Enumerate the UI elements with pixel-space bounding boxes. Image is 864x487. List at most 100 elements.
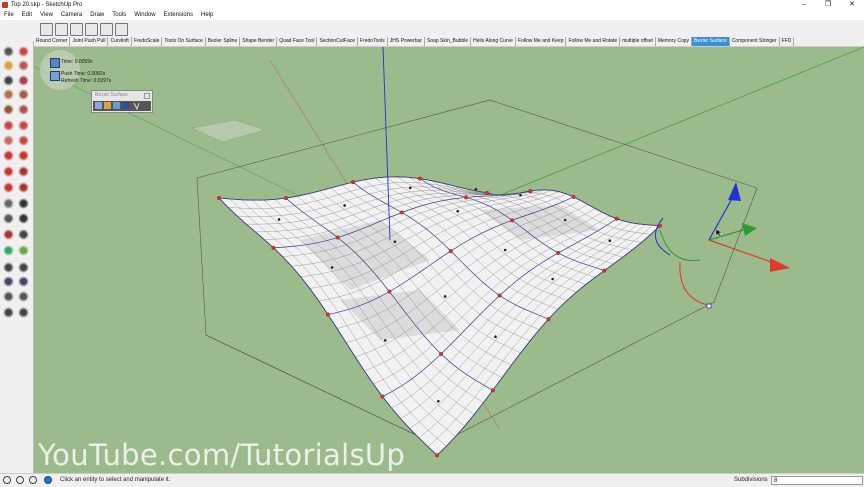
bezier-edit-icon[interactable] — [104, 102, 111, 109]
select-icon[interactable] — [3, 46, 14, 57]
geo-location-icon[interactable] — [3, 476, 11, 484]
gizmo-rotate-red-arc — [679, 261, 709, 306]
layout-icon[interactable] — [100, 23, 113, 36]
tab-quad-face-tool[interactable]: Quad Face Tool — [277, 36, 318, 46]
menu-extensions[interactable]: Extensions — [160, 10, 197, 20]
bezier-help-icon[interactable] — [133, 102, 140, 111]
eraser-alt-icon[interactable] — [18, 60, 29, 71]
move-icon[interactable] — [3, 150, 14, 161]
tab-curviloft[interactable]: Curviloft — [108, 36, 132, 46]
tab-bezier-surface[interactable]: Bezier Surface — [692, 36, 730, 46]
text-icon[interactable] — [18, 198, 29, 209]
menu-tools[interactable]: Tools — [108, 10, 130, 20]
tab-fredoscale[interactable]: FredoScale — [132, 36, 163, 46]
close-icon[interactable] — [144, 93, 150, 99]
two-point-arc-icon[interactable] — [18, 120, 29, 131]
getting-started-toolbar — [0, 20, 864, 37]
extension-warehouse-icon[interactable] — [85, 23, 98, 36]
components-icon[interactable] — [40, 23, 53, 36]
refresh-icon — [50, 71, 60, 81]
zoom-window-icon[interactable] — [18, 262, 29, 273]
tab-follow-me-and-rotate[interactable]: Follow Me and Rotate — [566, 36, 621, 46]
tab-tools-on-surface[interactable]: Tools On Surface — [162, 36, 206, 46]
control-point — [439, 351, 444, 356]
scale-icon[interactable] — [3, 182, 14, 193]
instructor-icon[interactable] — [44, 476, 52, 484]
menu-camera[interactable]: Camera — [57, 10, 86, 20]
rotate-icon[interactable] — [3, 166, 14, 177]
three-point-arc-icon[interactable] — [18, 135, 29, 146]
menu-edit[interactable]: Edit — [18, 10, 36, 20]
walk-icon[interactable] — [3, 291, 14, 302]
section-plane-icon[interactable] — [18, 307, 29, 318]
follow-me-icon[interactable] — [18, 166, 29, 177]
menu-window[interactable]: Window — [130, 10, 159, 20]
measurements-label: Subdivisions — [734, 477, 768, 483]
look-around-icon[interactable] — [18, 291, 29, 302]
menu-help[interactable]: Help — [197, 10, 217, 20]
tab-multiple-offset[interactable]: multiple offset — [620, 36, 656, 46]
polygon-icon[interactable] — [18, 104, 29, 115]
tab-memory-copy[interactable]: Memory Copy — [656, 36, 693, 46]
tab-fredotools[interactable]: FredoTools — [358, 36, 388, 46]
materials-icon[interactable] — [55, 23, 68, 36]
menu-view[interactable]: View — [36, 10, 57, 20]
tab-jhs-powerbar[interactable]: JHS Powerbar — [388, 36, 425, 46]
tab-bezier-spline[interactable]: Bezier Spline — [206, 36, 241, 46]
tab-sectioncutface[interactable]: SectionCutFace — [317, 36, 359, 46]
3d-text-icon[interactable] — [18, 229, 29, 240]
tab-soap-skin-bubble[interactable]: Soap Skin_Bubble — [425, 36, 472, 46]
tab-round-corner[interactable]: Round Corner — [34, 36, 71, 46]
bezier-options-icon[interactable] — [122, 102, 129, 109]
user-icon[interactable] — [29, 476, 37, 484]
tab-follow-me-and-keep[interactable]: Follow Me and Keep — [516, 36, 567, 46]
gizmo-handle-icon — [706, 303, 712, 309]
pan-icon[interactable] — [18, 245, 29, 256]
zoom-icon[interactable] — [3, 262, 14, 273]
mouse-cursor-icon — [715, 228, 723, 238]
rectangle-icon[interactable] — [3, 89, 14, 100]
model-info-icon[interactable] — [115, 23, 128, 36]
eraser-icon[interactable] — [18, 46, 29, 57]
control-point — [556, 250, 561, 255]
previous-view-icon[interactable] — [18, 276, 29, 287]
line-icon[interactable] — [3, 75, 14, 86]
bezier-convert-icon[interactable] — [113, 102, 120, 109]
zoom-extents-icon[interactable] — [3, 276, 14, 287]
paint-bucket-icon[interactable] — [3, 60, 14, 71]
maximize-button[interactable]: ❐ — [816, 0, 840, 10]
push-pull-icon[interactable] — [18, 150, 29, 161]
modeling-viewport[interactable] — [34, 47, 864, 473]
credits-icon[interactable] — [16, 476, 24, 484]
tab-component-stringer[interactable]: Component Stringer — [730, 36, 780, 46]
control-handle-point — [563, 218, 567, 222]
tab-joint-push-pull[interactable]: Joint Push Pull — [70, 36, 109, 46]
pie-icon[interactable] — [3, 135, 14, 146]
offset-icon[interactable] — [18, 182, 29, 193]
warehouse-icon[interactable] — [70, 23, 83, 36]
tab-shape-bender[interactable]: Shape Bender — [240, 36, 278, 46]
bezier-create-icon[interactable] — [95, 102, 102, 109]
freehand-icon[interactable] — [18, 75, 29, 86]
model-scene[interactable] — [34, 47, 864, 473]
control-point — [418, 176, 423, 181]
menu-file[interactable]: File — [0, 10, 18, 20]
bezier-surface-panel[interactable]: Bezier Surface — [91, 90, 153, 113]
close-button[interactable]: ✕ — [840, 0, 864, 10]
position-camera-icon[interactable] — [3, 307, 14, 318]
minimize-button[interactable]: – — [792, 0, 816, 10]
control-handle-point — [277, 218, 281, 221]
rotated-rectangle-icon[interactable] — [18, 89, 29, 100]
axes-icon[interactable] — [3, 229, 14, 240]
tab-ffd[interactable]: FFD — [780, 36, 795, 46]
orbit-icon[interactable] — [3, 245, 14, 256]
gizmo-blue-arrow-icon — [728, 182, 741, 201]
protractor-icon[interactable] — [3, 213, 14, 224]
dimension-icon[interactable] — [18, 213, 29, 224]
arc-icon[interactable] — [3, 120, 14, 131]
measurements-input[interactable]: 8 — [771, 476, 863, 485]
tape-measure-icon[interactable] — [3, 198, 14, 209]
tab-helix-along-curve[interactable]: Helix Along Curve — [471, 36, 516, 46]
circle-icon[interactable] — [3, 104, 14, 115]
menu-draw[interactable]: Draw — [86, 10, 108, 20]
